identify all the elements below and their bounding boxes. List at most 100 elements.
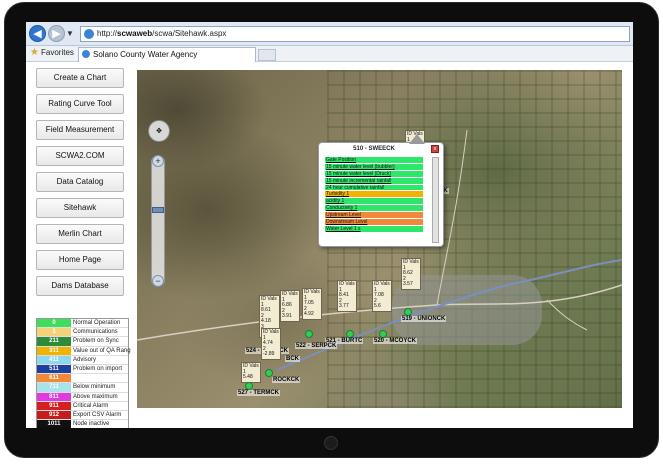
station-label[interactable]: BCK xyxy=(285,356,300,362)
url-path: /scwa/Sitehawk.aspx xyxy=(152,29,227,38)
scwa2-button[interactable]: SCWA2.COM xyxy=(36,146,124,166)
home-page-button[interactable]: Home Page xyxy=(36,250,124,270)
popup-sensor-row[interactable]: Turbidity 1 xyxy=(325,191,423,199)
station-marker[interactable] xyxy=(305,330,313,338)
popup-sensor-row[interactable]: acidity 1 xyxy=(325,198,423,206)
legend-item: 411 Advisory xyxy=(37,355,128,365)
address-bar[interactable]: http://scwaweb/scwa/Sitehawk.aspx xyxy=(80,26,630,42)
legend-code: 711 xyxy=(37,383,71,392)
legend-text: Problem on Sync xyxy=(73,338,119,345)
station-marker[interactable] xyxy=(265,369,273,377)
legend-code: 0 xyxy=(37,319,71,328)
field-measurement-button[interactable]: Field Measurement xyxy=(36,120,124,140)
chevron-down-icon[interactable]: ▼ xyxy=(66,29,74,38)
popup-sensor-row[interactable]: 15 minute water level (Druck) xyxy=(325,170,423,178)
legend-text: Above maximum xyxy=(73,393,118,400)
favorites-bar: ★ Favorites Solano County Water Agency xyxy=(26,46,633,62)
legend-code: 511 xyxy=(37,364,71,374)
station-value-tag[interactable]: ID Vals 1 4.74 2 -2.89 xyxy=(261,328,281,360)
legend-code: 912 xyxy=(37,410,71,420)
popup-sensor-row[interactable]: Gate Position xyxy=(325,157,423,164)
browser-window: ◀ ▶ ▼ http://scwaweb/scwa/Sitehawk.aspx … xyxy=(26,22,633,428)
station-value-tag[interactable]: ID Vals 1 8.62 2 3.57 xyxy=(401,258,421,290)
data-catalog-button[interactable]: Data Catalog xyxy=(36,172,124,192)
station-marker[interactable] xyxy=(346,330,354,338)
legend-code: 211 xyxy=(37,337,71,346)
forward-arrow-icon[interactable]: ▶ xyxy=(48,25,65,42)
create-chart-button[interactable]: Create a Chart xyxy=(36,68,124,88)
close-icon[interactable]: x xyxy=(431,145,439,153)
legend-text: Value out of QA Rang xyxy=(73,347,131,354)
url-host: scwaweb xyxy=(117,29,153,38)
legend-item: 311 Value out of QA Rang xyxy=(37,346,131,356)
popup-sensor-row[interactable]: Downstream Level xyxy=(325,219,423,226)
legend-text: Below minimum xyxy=(73,384,116,391)
url-prefix: http:// xyxy=(97,29,118,38)
station-value-tag[interactable]: ID Vals 1 7.05 2 4.92 xyxy=(302,288,322,320)
zoom-slider-thumb[interactable] xyxy=(152,207,164,213)
legend-code: 1 xyxy=(37,328,71,337)
back-arrow-icon[interactable]: ◀ xyxy=(29,25,46,42)
dams-database-button[interactable]: Dams Database xyxy=(36,276,124,296)
ie-page-icon xyxy=(84,29,94,39)
home-button xyxy=(324,436,338,450)
star-icon[interactable]: ★ xyxy=(30,47,39,58)
station-value-tag[interactable]: ID Vals 1 6.86 2 3.91 xyxy=(280,290,300,322)
popup-sensor-row[interactable]: 15 minute water level (bubbler) xyxy=(325,163,423,171)
station-label[interactable]: 519 - UNIONCK xyxy=(401,316,447,322)
popup-sensor-row[interactable]: Upstream Level xyxy=(325,212,423,220)
station-marker[interactable] xyxy=(404,308,412,316)
page-content: Create a Chart Rating Curve Tool Field M… xyxy=(26,62,633,428)
popup-sensor-row[interactable]: 24 hour cumulative rainfall xyxy=(325,184,423,192)
legend-code: 311 xyxy=(37,346,71,355)
legend-item: 911 Critical Alarm xyxy=(37,401,128,411)
station-tag-line: 5.6 xyxy=(374,303,381,309)
zoom-slider[interactable]: + − xyxy=(151,155,165,287)
zoom-out-icon[interactable]: − xyxy=(152,275,164,287)
legend-code: 411 xyxy=(37,355,71,364)
legend-code: 911 xyxy=(37,401,71,410)
legend-item: 912 Export CSV Alarm xyxy=(37,410,128,421)
popup-pointer xyxy=(409,134,425,144)
station-value-tag[interactable]: ID Vals 1 8.41 2 3.77 xyxy=(337,280,357,312)
browser-tab[interactable]: Solano County Water Agency xyxy=(78,47,256,62)
legend-text: Communications xyxy=(73,329,118,336)
legend-code: 811 xyxy=(37,392,71,401)
popup-sensor-row[interactable]: 15 minute incremental rainfall xyxy=(325,177,423,185)
station-label[interactable]: 522 - SERPCK xyxy=(295,343,338,349)
browser-toolbar: ◀ ▶ ▼ http://scwaweb/scwa/Sitehawk.aspx xyxy=(26,22,633,46)
station-label[interactable]: 520 - MCOYCK xyxy=(373,338,418,344)
legend-text: Export CSV Alarm xyxy=(73,411,122,418)
station-tag-line: 3.57 xyxy=(403,281,413,287)
station-value-tag[interactable]: ID Vals 1 5.48 xyxy=(241,362,261,383)
legend-text: Advisory xyxy=(73,356,97,363)
legend-item: 211 Problem on Sync xyxy=(37,337,128,347)
station-popup: 510 - SWEECK x Gate Position 15 minute wa… xyxy=(318,134,444,247)
rating-curve-tool-button[interactable]: Rating Curve Tool xyxy=(36,94,124,114)
station-label[interactable]: ROCKCK xyxy=(272,377,301,383)
popup-scrollbar[interactable] xyxy=(432,157,439,243)
legend-text: Normal Operation xyxy=(73,320,121,326)
favorites-label[interactable]: Favorites xyxy=(41,48,74,57)
legend-code: 1011 xyxy=(37,420,71,428)
tab-title: Solano County Water Agency xyxy=(93,50,198,59)
station-marker[interactable] xyxy=(245,382,253,390)
station-tag-line: 3.91 xyxy=(282,313,292,319)
sitehawk-button[interactable]: Sitehawk xyxy=(36,198,124,218)
merlin-chart-button[interactable]: Merlin Chart xyxy=(36,224,124,244)
popup-sensor-row[interactable]: Conductivity 1 xyxy=(325,205,423,213)
station-label[interactable]: 527 - TERMCK xyxy=(237,390,281,396)
legend-text: Problem on import xyxy=(73,365,123,372)
station-value-tag[interactable]: ID Vals 1 7.08 2 5.6 xyxy=(372,280,392,312)
legend-item: 511 Problem on import xyxy=(37,364,128,375)
legend-item: 0 Normal Operation xyxy=(37,319,128,329)
legend-text: Critical Alarm xyxy=(73,402,109,409)
legend-item: 811 Above maximum xyxy=(37,392,128,402)
zoom-in-icon[interactable]: + xyxy=(152,155,164,167)
popup-sensor-row[interactable]: Water Level 1 s xyxy=(325,225,423,233)
new-tab-button[interactable] xyxy=(258,49,276,61)
satellite-map[interactable]: ✥ + − ID Vals110.2127.28510 - SWEECKID V… xyxy=(137,70,622,408)
station-marker[interactable] xyxy=(379,330,387,338)
station-tag-line: 5.48 xyxy=(243,374,253,380)
pan-control[interactable]: ✥ xyxy=(148,120,170,142)
